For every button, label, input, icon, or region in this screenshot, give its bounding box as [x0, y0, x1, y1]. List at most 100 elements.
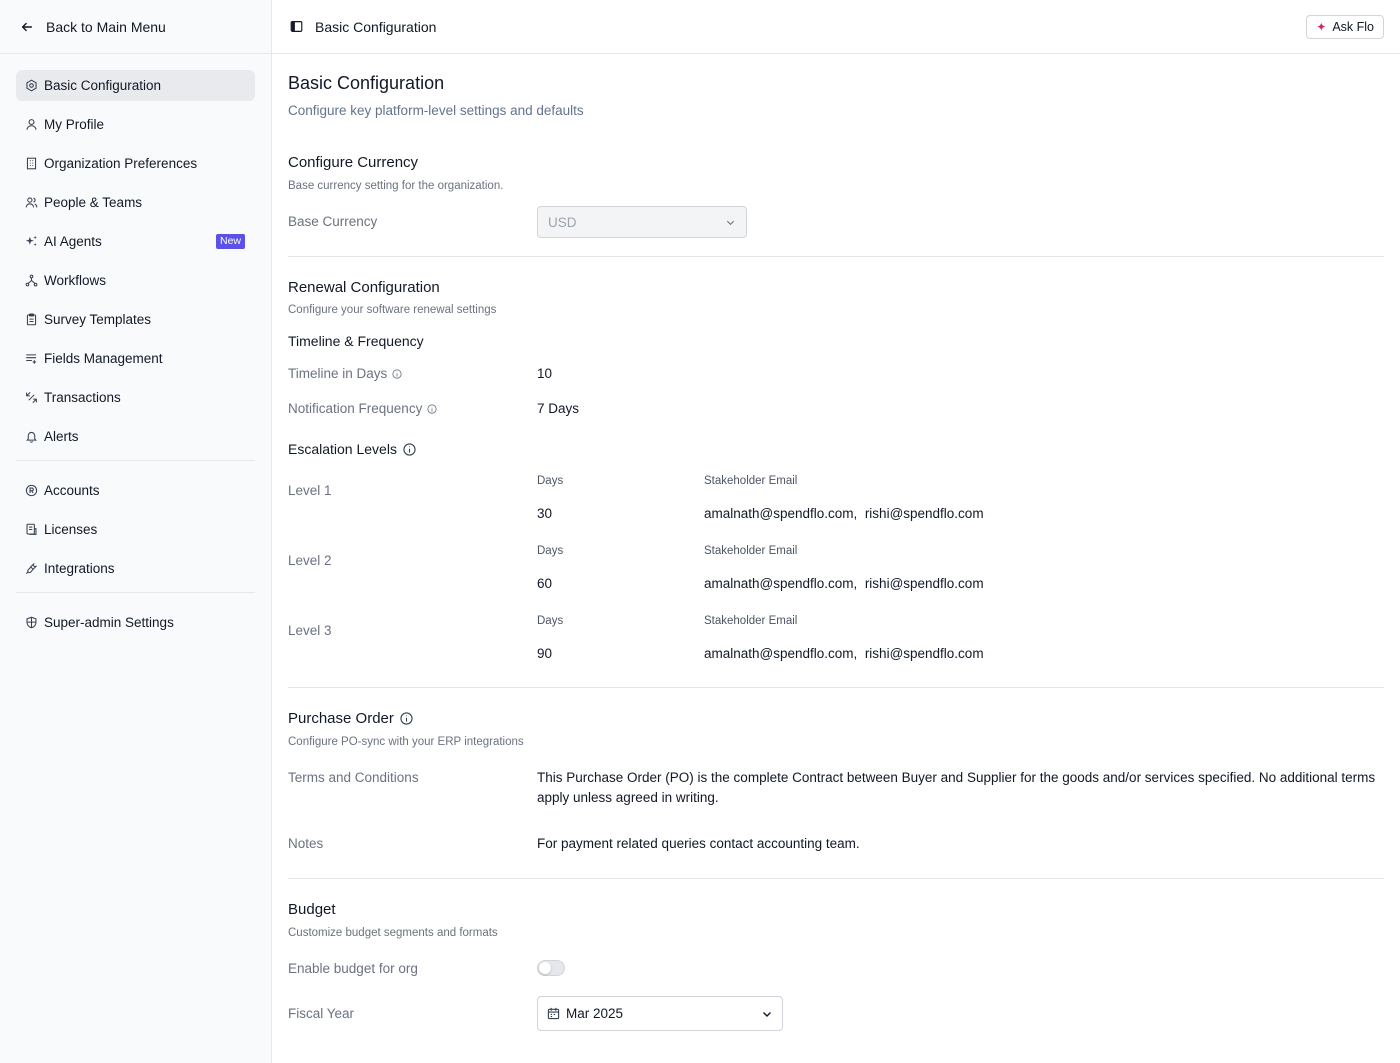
- sidebar-item-label: Accounts: [44, 483, 100, 498]
- sidebar-item-accounts[interactable]: Accounts: [16, 475, 255, 506]
- plug-icon: [25, 562, 38, 575]
- level-days-value: 30: [537, 506, 553, 521]
- sidebar-item-survey-templates[interactable]: Survey Templates: [16, 304, 255, 335]
- stakeholder-email: rishi@spendflo.com: [864, 646, 984, 661]
- shield-icon: [25, 616, 38, 629]
- workflow-icon: [25, 274, 38, 287]
- sidebar-item-basic-configuration[interactable]: Basic Configuration: [16, 70, 255, 101]
- level-label: Level 3: [288, 623, 332, 638]
- section-divider: [288, 878, 1384, 879]
- timeline-label: Timeline in Days: [288, 366, 402, 381]
- enable-budget-toggle[interactable]: [537, 960, 565, 976]
- email-column-header: Stakeholder Email: [704, 545, 798, 557]
- base-currency-select[interactable]: USD: [537, 206, 747, 238]
- info-icon[interactable]: [400, 712, 413, 725]
- email-column-header: Stakeholder Email: [704, 615, 798, 627]
- sidebar-item-label: Integrations: [44, 561, 115, 576]
- clipboard-icon: [25, 313, 38, 326]
- sidebar-item-people-teams[interactable]: People & Teams: [16, 187, 255, 218]
- notes-value: For payment related queries contact acco…: [537, 836, 860, 851]
- user-icon: [25, 118, 38, 131]
- header-title: Basic Configuration: [315, 18, 437, 35]
- stakeholder-email: amalnath@spendflo.com,: [704, 576, 858, 591]
- section-divider: [288, 256, 1384, 257]
- sidebar-item-transactions[interactable]: Transactions: [16, 382, 255, 413]
- ask-flo-button[interactable]: ✦ Ask Flo: [1306, 15, 1384, 39]
- info-icon[interactable]: [403, 442, 416, 456]
- info-icon[interactable]: [427, 403, 437, 414]
- purchase-order-section-subtitle: Configure PO-sync with your ERP integrat…: [288, 736, 524, 748]
- hexagon-settings-icon: [25, 79, 38, 92]
- stakeholder-email: rishi@spendflo.com: [864, 576, 984, 591]
- sidebar-item-fields-management[interactable]: Fields Management: [16, 343, 255, 374]
- frequency-value: 7 Days: [537, 401, 580, 416]
- budget-section-subtitle: Customize budget segments and formats: [288, 927, 498, 939]
- sparkle-icon: ✦: [1316, 20, 1327, 34]
- enable-budget-label: Enable budget for org: [288, 961, 418, 976]
- sidebar-item-label: Fields Management: [44, 351, 163, 366]
- sidebar-item-licenses[interactable]: Licenses: [16, 514, 255, 545]
- sidebar-item-label: Alerts: [44, 429, 79, 444]
- sidebar: Back to Main Menu Basic Configuration My…: [0, 0, 272, 1063]
- section-divider: [288, 687, 1384, 688]
- account-circle-icon: [25, 484, 38, 497]
- level-email-value: amalnath@spendflo.com, rishi@spendflo.co…: [704, 506, 984, 521]
- back-to-main-menu-button[interactable]: Back to Main Menu: [0, 0, 271, 54]
- days-column-header: Days: [537, 615, 564, 627]
- frequency-label-text: Notification Frequency: [288, 401, 423, 416]
- chevron-down-icon: [725, 217, 736, 228]
- escalation-levels-heading: Escalation Levels: [288, 441, 416, 457]
- back-label: Back to Main Menu: [46, 18, 166, 35]
- currency-section-title: Configure Currency: [288, 154, 419, 171]
- timeline-frequency-heading: Timeline & Frequency: [288, 333, 424, 349]
- level-label: Level 1: [288, 483, 332, 498]
- sidebar-item-label: Basic Configuration: [44, 78, 162, 93]
- fiscal-year-label: Fiscal Year: [288, 1006, 355, 1021]
- users-icon: [25, 196, 38, 209]
- days-column-header: Days: [537, 475, 564, 487]
- level-email-value: amalnath@spendflo.com, rishi@spendflo.co…: [704, 646, 984, 661]
- sidebar-toggle-icon[interactable]: [290, 20, 303, 33]
- sidebar-item-super-admin-settings[interactable]: Super-admin Settings: [16, 607, 255, 638]
- chevron-down-icon: [761, 1008, 773, 1020]
- sidebar-item-label: Organization Preferences: [44, 156, 198, 171]
- timeline-label-text: Timeline in Days: [288, 366, 388, 381]
- sidebar-item-label: AI Agents: [44, 234, 102, 249]
- notes-label: Notes: [288, 836, 324, 851]
- stakeholder-email: amalnath@spendflo.com,: [704, 646, 858, 661]
- sidebar-item-label: My Profile: [44, 117, 105, 132]
- sidebar-item-alerts[interactable]: Alerts: [16, 421, 255, 452]
- sparkles-icon: [25, 235, 38, 248]
- timeline-value: 10: [537, 366, 553, 381]
- ask-flo-label: Ask Flo: [1332, 20, 1374, 34]
- info-icon[interactable]: [392, 368, 402, 379]
- sidebar-item-label: Super-admin Settings: [44, 615, 174, 630]
- arrow-left-icon: [20, 20, 34, 34]
- main-content: Basic Configuration Configure key platfo…: [288, 54, 1384, 1031]
- building-icon: [25, 157, 38, 170]
- purchase-order-title-text: Purchase Order: [288, 710, 394, 727]
- sidebar-item-my-profile[interactable]: My Profile: [16, 109, 255, 140]
- sidebar-divider: [16, 460, 255, 461]
- sidebar-item-label: Survey Templates: [44, 312, 152, 327]
- escalation-heading-text: Escalation Levels: [288, 441, 397, 457]
- days-column-header: Days: [537, 545, 564, 557]
- arrows-icon: [25, 391, 38, 404]
- sidebar-item-organization-preferences[interactable]: Organization Preferences: [16, 148, 255, 179]
- bell-icon: [25, 430, 38, 443]
- top-header: Basic Configuration ✦ Ask Flo: [272, 0, 1400, 54]
- level-email-value: amalnath@spendflo.com, rishi@spendflo.co…: [704, 576, 984, 591]
- terms-value: This Purchase Order (PO) is the complete…: [537, 770, 1376, 805]
- sidebar-item-label: People & Teams: [44, 195, 143, 210]
- sidebar-item-ai-agents[interactable]: AI Agents New: [16, 226, 255, 257]
- renewal-section-subtitle: Configure your software renewal settings: [288, 304, 497, 316]
- sidebar-item-label: Workflows: [44, 273, 107, 288]
- sidebar-item-workflows[interactable]: Workflows: [16, 265, 255, 296]
- sidebar-divider: [16, 592, 255, 593]
- base-currency-label: Base Currency: [288, 214, 378, 229]
- level-days-value: 60: [537, 576, 553, 591]
- sidebar-item-integrations[interactable]: Integrations: [16, 553, 255, 584]
- toggle-knob: [539, 962, 551, 974]
- email-column-header: Stakeholder Email: [704, 475, 798, 487]
- fiscal-year-picker[interactable]: Mar 2025: [537, 996, 783, 1031]
